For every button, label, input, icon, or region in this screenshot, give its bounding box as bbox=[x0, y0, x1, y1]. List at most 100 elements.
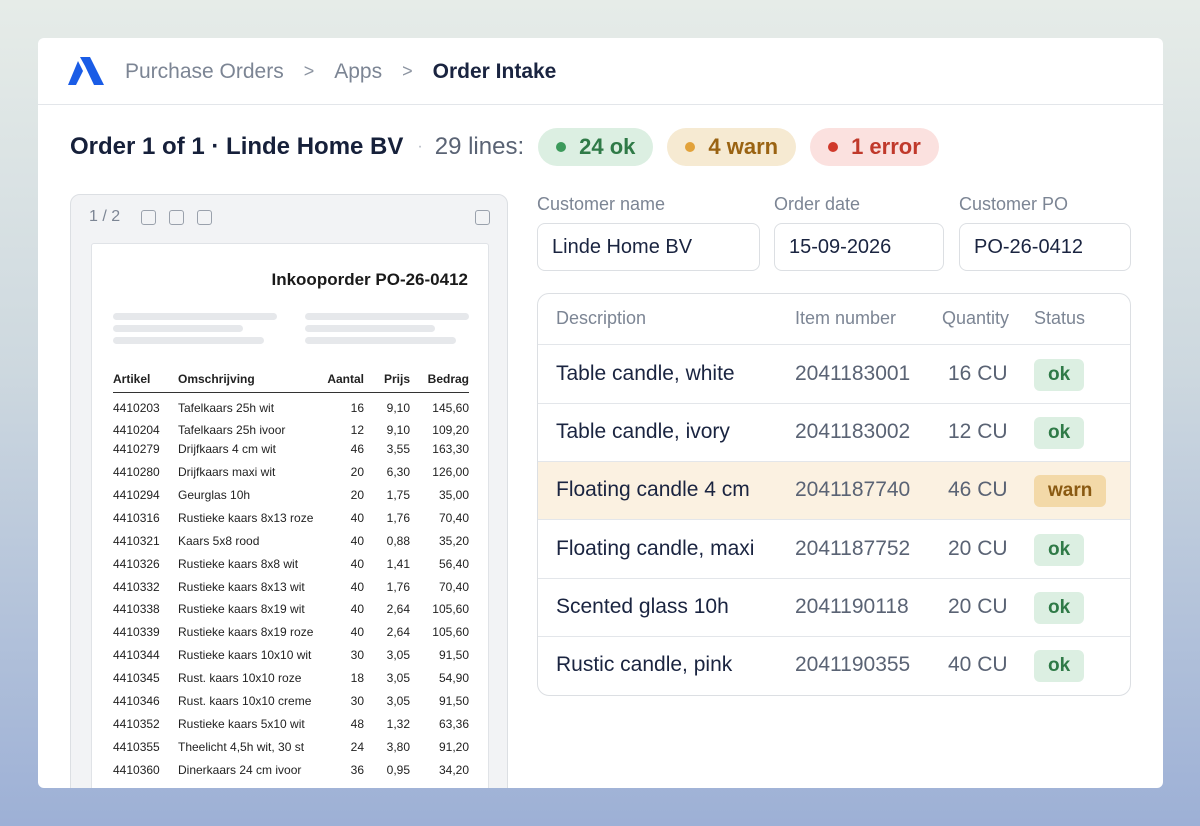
line-item-number: 2041183002 bbox=[795, 420, 911, 444]
page-indicator: 1 / 2 bbox=[89, 208, 121, 225]
status-dot-icon bbox=[828, 142, 839, 152]
document-viewer[interactable]: 1 / 2 Inkooporder PO-26-0412 Artikel Oms… bbox=[70, 194, 508, 788]
doc-table-cell: 20 bbox=[350, 488, 364, 502]
doc-table-cell: 63,36 bbox=[438, 716, 469, 731]
doc-table-cell: 1,32 bbox=[386, 716, 410, 731]
doc-table-cell: Rust. kaars 10x10 roze bbox=[178, 671, 302, 686]
doc-table-cell: 145,60 bbox=[432, 400, 469, 415]
line-item-number: 2041183001 bbox=[795, 362, 911, 385]
doc-table-cell: 0,88 bbox=[386, 533, 410, 548]
line-item-number: 2041190118 bbox=[795, 594, 909, 618]
order-lines-table: Description Item number Quantity Status … bbox=[537, 293, 1131, 696]
order-date-field[interactable]: 15-09-2026 bbox=[774, 223, 944, 271]
status-badge[interactable]: ok bbox=[1034, 650, 1085, 682]
doc-table-cell: Rustieke kaars 10x10 wit bbox=[178, 648, 312, 663]
doc-table-cell: 40 bbox=[350, 602, 364, 617]
doc-table-cell: 91,20 bbox=[438, 739, 469, 754]
checkbox-icon[interactable] bbox=[169, 210, 184, 225]
status-badge[interactable]: ok bbox=[1034, 417, 1085, 450]
doc-table-cell: 40 bbox=[350, 556, 364, 571]
document-title: Inkooporder PO-26-0412 bbox=[271, 270, 468, 289]
column-header-quantity[interactable]: Quantity bbox=[942, 308, 1009, 329]
text-placeholder bbox=[113, 337, 264, 344]
doc-table-cell: 3,05 bbox=[386, 671, 410, 686]
customer-name-field[interactable]: Linde Home BV bbox=[537, 223, 760, 271]
doc-table-cell: 20 bbox=[350, 465, 364, 480]
doc-table-cell: 4410355 bbox=[113, 739, 160, 754]
doc-col-header: Omschrijving bbox=[178, 372, 322, 393]
customer-po-field[interactable]: PO-26-0412 bbox=[959, 223, 1131, 271]
warn-count-label: 4 warn bbox=[708, 134, 779, 159]
doc-table-cell: 2,64 bbox=[386, 602, 410, 617]
table-row[interactable]: Table candle, white 2041183001 16 CU ok bbox=[538, 346, 1130, 404]
document-table-body: 4410203 Tafelkaars 25h wit 16 9,10 145,60 441… bbox=[113, 392, 469, 781]
doc-table-cell: 105,60 bbox=[432, 602, 469, 617]
column-header-item-number[interactable]: Item number bbox=[795, 308, 896, 329]
breadcrumb-apps[interactable]: Apps bbox=[334, 60, 382, 84]
breadcrumb: Purchase Orders > Apps > Order Intake bbox=[125, 38, 556, 105]
doc-table-cell: 9,10 bbox=[386, 423, 410, 438]
doc-table-cell: 4410316 bbox=[113, 510, 160, 525]
doc-table-cell: 30 bbox=[350, 648, 364, 663]
table-row[interactable]: Floating candle 4 cm 2041187740 46 CU warn bbox=[538, 462, 1130, 521]
breadcrumb-purchase-orders[interactable]: Purchase Orders bbox=[125, 60, 284, 84]
line-description: Table candle, white bbox=[556, 362, 735, 385]
page-title: Order 1 of 1 · Linde Home BV bbox=[70, 133, 404, 160]
doc-col-header: Aantal bbox=[322, 372, 364, 393]
line-quantity: 46 CU bbox=[948, 478, 1008, 502]
error-count-badge[interactable]: 1 error bbox=[810, 128, 939, 166]
doc-table-cell: 30 bbox=[350, 694, 364, 709]
text-placeholder bbox=[113, 313, 277, 320]
doc-table-cell: 4410203 bbox=[113, 400, 160, 415]
breadcrumb-order-intake: Order Intake bbox=[432, 59, 557, 83]
checkbox-icon[interactable] bbox=[475, 210, 490, 225]
table-header: Description Item number Quantity Status bbox=[538, 294, 1130, 345]
doc-table-cell: Rustieke kaars 5x10 wit bbox=[178, 716, 305, 731]
ok-count-badge[interactable]: 24 ok bbox=[538, 128, 654, 166]
doc-table-cell: Dinerkaars 24 cm ivoor bbox=[178, 762, 302, 777]
error-count-label: 1 error bbox=[851, 134, 921, 159]
doc-table-row: 4410326 Rustieke kaars 8x8 wit 40 1,41 56,40 bbox=[113, 552, 469, 575]
chevron-right-icon: > bbox=[303, 61, 315, 81]
doc-table-cell: Kaars 5x8 rood bbox=[178, 533, 260, 548]
checkbox-icon[interactable] bbox=[141, 210, 156, 225]
status-badge[interactable]: ok bbox=[1034, 533, 1085, 566]
doc-table-cell: Theelicht 4,5h wit, 30 st bbox=[178, 739, 305, 754]
brand-logo-icon[interactable] bbox=[68, 57, 104, 85]
doc-table-cell: 54,90 bbox=[438, 671, 469, 686]
doc-table-cell: 4410339 bbox=[113, 625, 160, 640]
doc-table-cell: 3,80 bbox=[386, 739, 410, 754]
status-badge[interactable]: warn bbox=[1034, 475, 1107, 508]
column-header-status[interactable]: Status bbox=[1034, 308, 1085, 329]
doc-table-cell: 40 bbox=[350, 625, 364, 640]
doc-table-cell: 4410345 bbox=[113, 671, 160, 686]
column-header-description[interactable]: Description bbox=[556, 308, 646, 329]
warn-count-badge[interactable]: 4 warn bbox=[667, 128, 797, 166]
customer-po-label: Customer PO bbox=[959, 194, 1069, 214]
checkbox-icon[interactable] bbox=[197, 210, 212, 225]
doc-table-cell: 34,20 bbox=[438, 762, 469, 777]
doc-table-cell: 36 bbox=[350, 762, 364, 777]
doc-col-header: Bedrag bbox=[410, 372, 469, 393]
doc-table-cell: 91,50 bbox=[438, 694, 469, 709]
text-placeholder bbox=[113, 325, 243, 332]
customer-name-label: Customer name bbox=[537, 194, 666, 214]
doc-table-cell: 126,00 bbox=[432, 465, 469, 480]
doc-table-cell: 4410294 bbox=[113, 488, 160, 502]
doc-table-cell: 40 bbox=[350, 533, 364, 548]
doc-table-cell: 4410332 bbox=[113, 579, 160, 594]
doc-table-cell: 3,55 bbox=[386, 442, 410, 457]
table-row[interactable]: Scented glass 10h 2041190118 20 CU ok bbox=[538, 579, 1130, 637]
status-badge[interactable]: ok bbox=[1034, 591, 1085, 624]
app-window: Purchase Orders > Apps > Order Intake Or… bbox=[38, 38, 1163, 788]
doc-table-cell: 70,40 bbox=[438, 579, 469, 594]
doc-table-cell: 46 bbox=[350, 442, 364, 457]
table-row[interactable]: Floating candle, maxi 2041187752 20 CU ok bbox=[538, 521, 1130, 579]
doc-table-cell: Drijfkaars maxi wit bbox=[178, 465, 276, 480]
status-badge[interactable]: ok bbox=[1034, 359, 1085, 391]
document-page: Inkooporder PO-26-0412 Artikel Omschrijv… bbox=[91, 243, 489, 788]
line-quantity: 12 CU bbox=[948, 420, 1008, 444]
table-row[interactable]: Rustic candle, pink 2041190355 40 CU ok bbox=[538, 637, 1130, 695]
table-row[interactable]: Table candle, ivory 2041183002 12 CU ok bbox=[538, 404, 1130, 463]
doc-table-cell: 4410338 bbox=[113, 602, 160, 617]
